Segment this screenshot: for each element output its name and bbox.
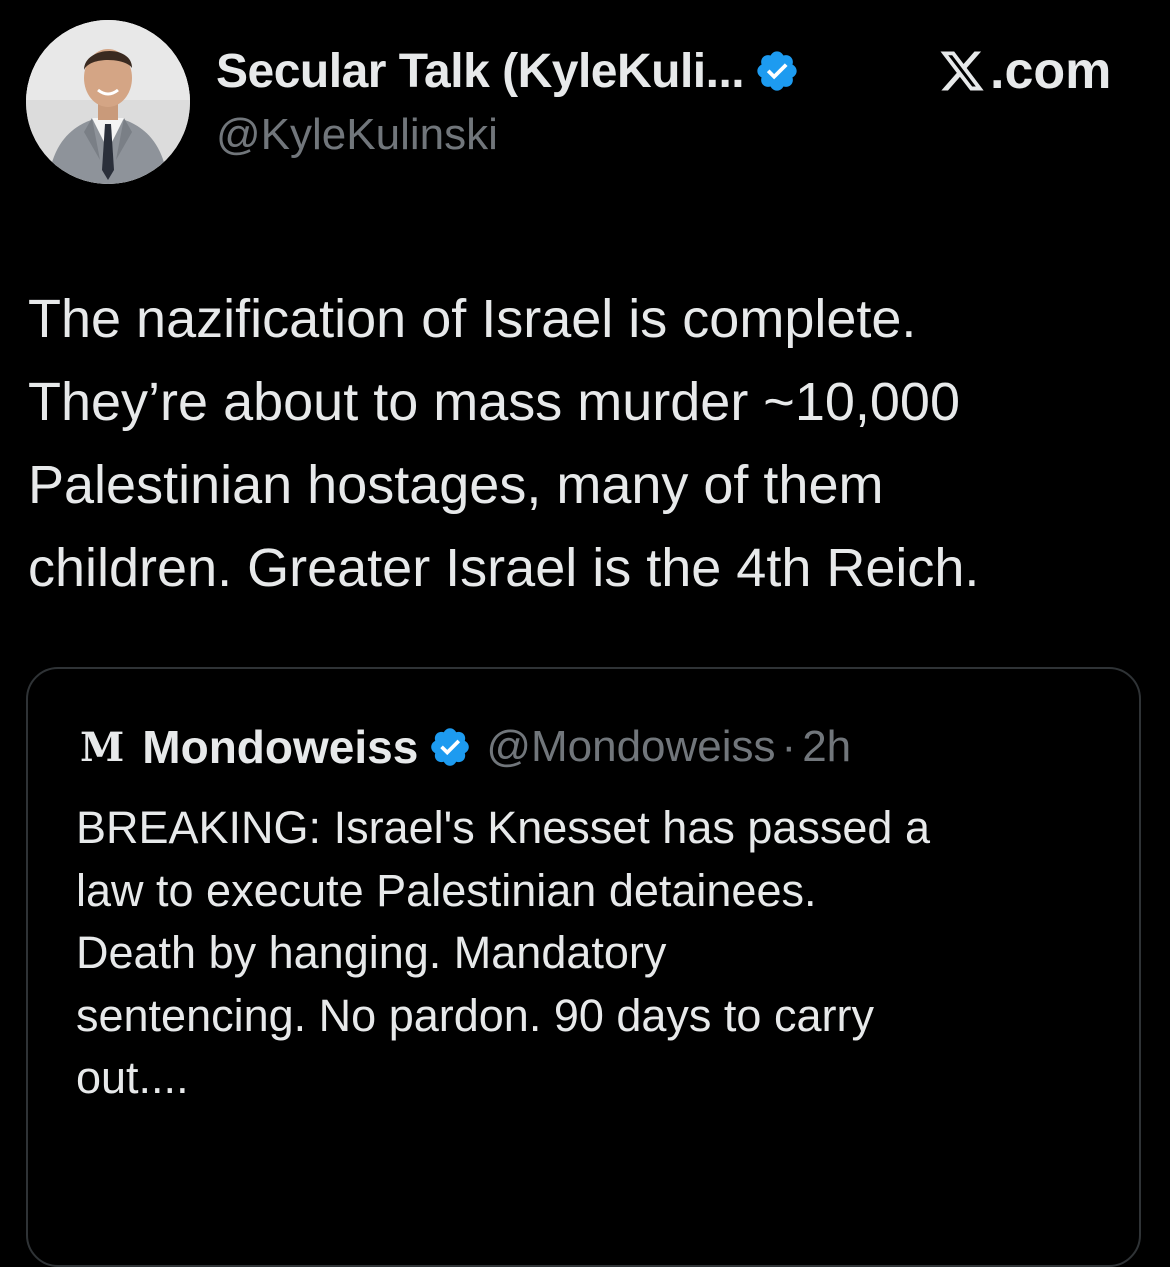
verified-badge-icon [428,725,472,769]
quote-line: out.... [76,1052,189,1103]
x-logo-icon [938,47,986,95]
quote-line: Death by hanging. Mandatory [76,927,667,978]
quoted-tweet-header: M Mondoweiss @Mondoweiss · 2h [80,719,851,775]
quoted-tweet-text: BREAKING: Israel's Knesset has passed a … [76,797,1126,1110]
author-avatar[interactable] [26,20,190,184]
quoted-author-avatar[interactable]: M [80,724,124,771]
author-name-row: Secular Talk (KyleKuli... [216,40,800,102]
separator-dot: · [781,722,797,771]
tweet-line: Palestinian hostages, many of them [28,455,884,515]
x-domain-text: .com [990,42,1112,100]
x-com-watermark: .com [938,40,1111,102]
profile-photo [26,20,190,184]
quote-line: sentencing. No pardon. 90 days to carry [76,989,874,1041]
quoted-author-handle[interactable]: @Mondoweiss [486,722,775,772]
verified-badge-icon [754,48,800,94]
quoted-tweet-timestamp[interactable]: 2h [802,722,851,772]
quoted-author-name[interactable]: Mondoweiss [142,720,418,774]
quote-line: BREAKING: Israel's Knesset has passed a [76,802,930,853]
tweet-line: The nazification of Israel is complete. [28,289,917,349]
quote-line: law to execute Palestinian detainees. [76,864,817,916]
author-handle[interactable]: @KyleKulinski [216,110,498,160]
tweet-line: They’re about to mass murder ~10,000 [28,372,961,432]
quoted-tweet-card[interactable]: M Mondoweiss @Mondoweiss · 2h BREAKING: … [26,667,1141,1267]
author-display-name[interactable]: Secular Talk (KyleKuli... [216,44,745,99]
tweet-text: The nazification of Israel is complete. … [28,278,1138,610]
tweet-line: children. Greater Israel is the 4th Reic… [28,538,980,598]
